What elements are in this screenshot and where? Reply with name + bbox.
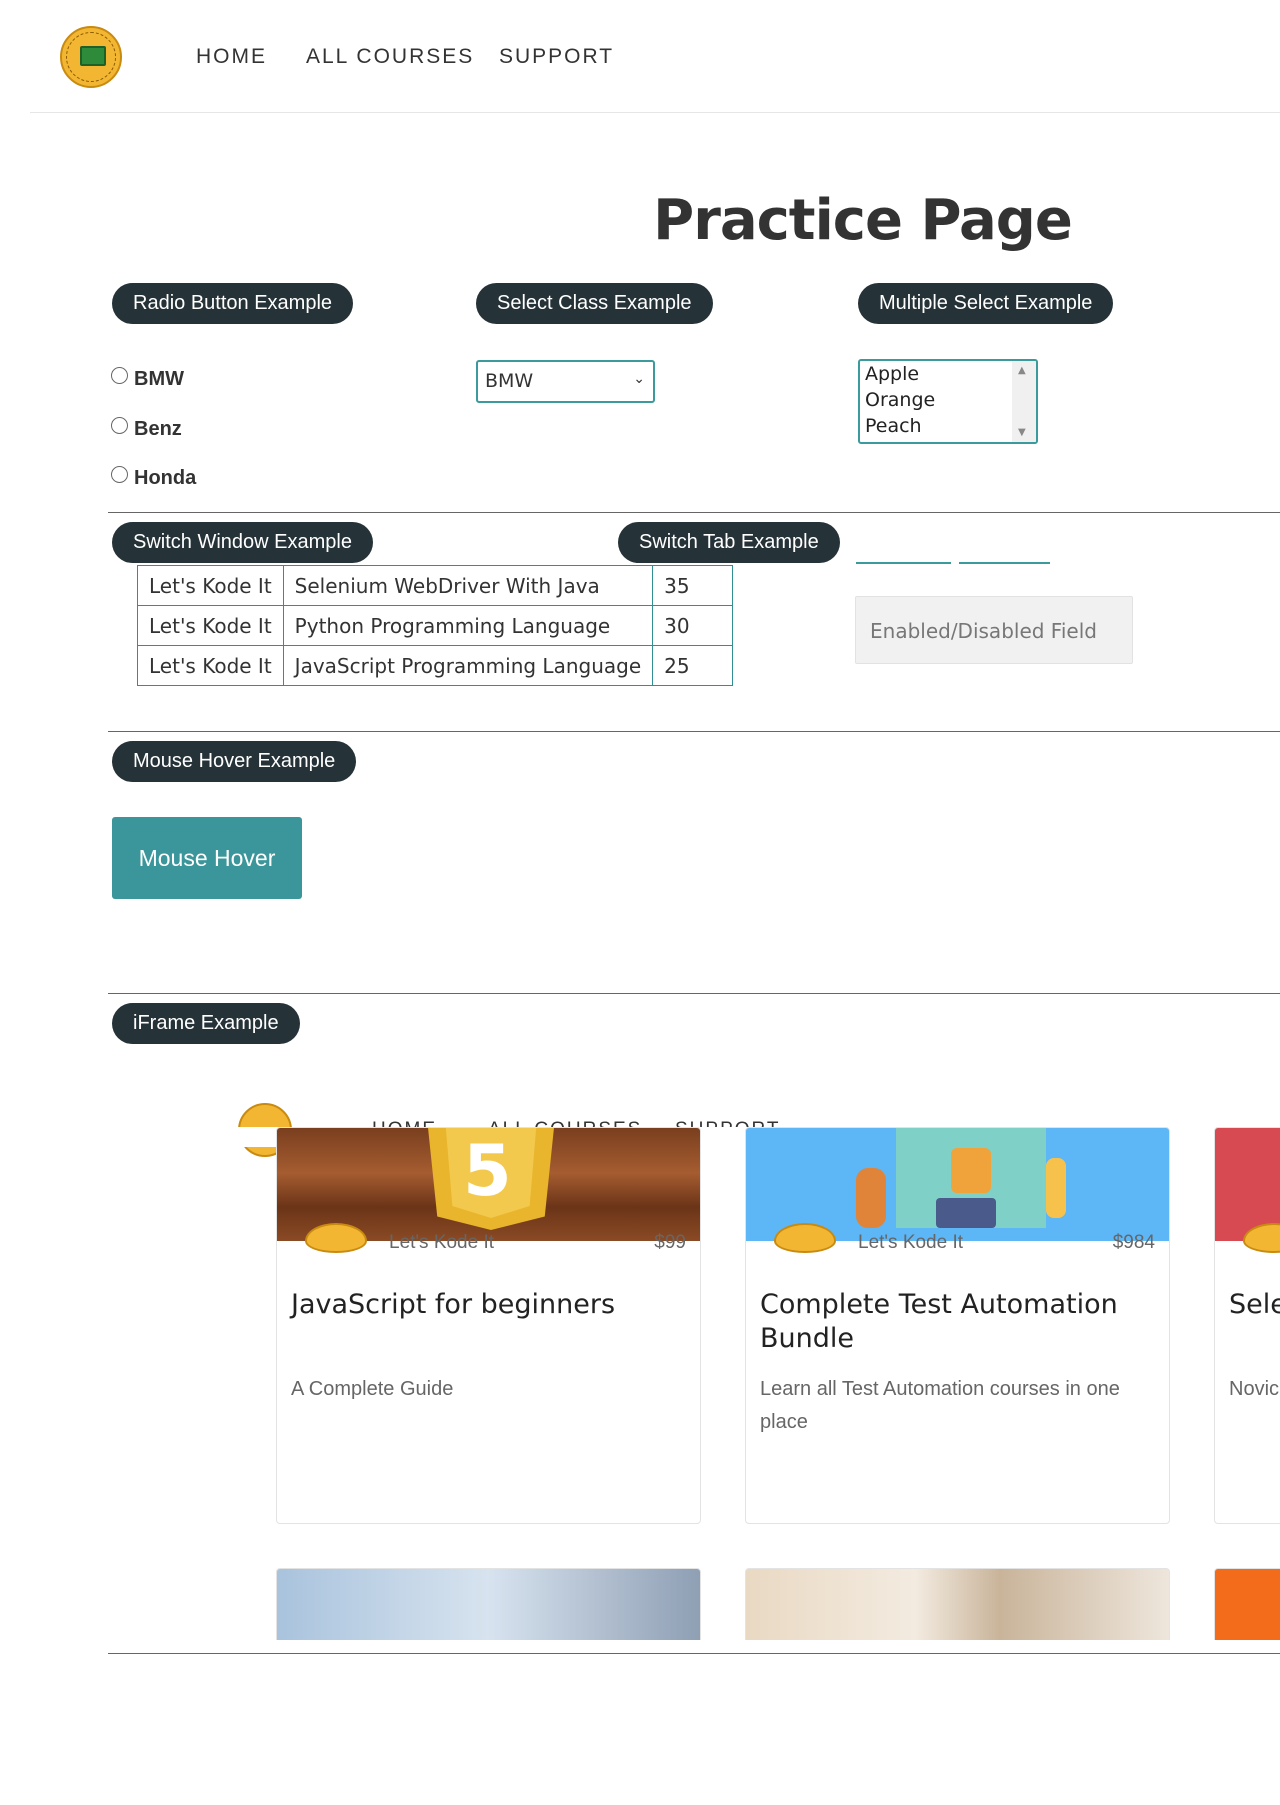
- chevron-down-icon: ⌄: [633, 371, 645, 387]
- section-divider: [108, 1653, 1280, 1654]
- card-title[interactable]: Complete Test Automation Bundle: [760, 1288, 1155, 1356]
- course-card[interactable]: [745, 1568, 1170, 1640]
- radio-label: Honda: [134, 467, 197, 489]
- enabled-disabled-field[interactable]: Enabled/Disabled Field: [855, 596, 1133, 664]
- course-card[interactable]: Sele Pytl Novic frame: [1214, 1127, 1280, 1524]
- scrollbar[interactable]: ▲ ▼: [1012, 361, 1036, 442]
- html5-icon: 5: [463, 1130, 512, 1212]
- table-cell: 35: [652, 565, 734, 606]
- author-avatar: [305, 1223, 367, 1253]
- table-cell: Python Programming Language: [282, 605, 654, 646]
- course-card[interactable]: Let's Kode It $984 Complete Test Automat…: [745, 1127, 1170, 1524]
- card-title[interactable]: Sele Pytl: [1229, 1288, 1280, 1322]
- iframe-label: iFrame Example: [112, 1003, 300, 1044]
- table-row: Let's Kode It Python Programming Languag…: [137, 605, 734, 646]
- course-card[interactable]: 5 Let's Kode It $99 JavaScript for begin…: [276, 1127, 701, 1524]
- course-card[interactable]: [276, 1568, 701, 1640]
- section-divider: [108, 731, 1280, 732]
- table-row: Let's Kode It Selenium WebDriver With Ja…: [137, 565, 734, 606]
- author-avatar: [774, 1223, 836, 1253]
- site-logo[interactable]: [60, 26, 122, 88]
- radio-circle[interactable]: [111, 367, 128, 384]
- switch-window-label: Switch Window Example: [112, 522, 373, 563]
- card-description: Novic frame: [1229, 1378, 1280, 1400]
- table-cell: Selenium WebDriver With Java: [282, 565, 654, 606]
- select-section-label: Select Class Example: [476, 283, 713, 324]
- table-row: Let's Kode It JavaScript Programming Lan…: [137, 645, 734, 686]
- switch-tab-label: Switch Tab Example: [618, 522, 840, 563]
- tab-underline[interactable]: [959, 562, 1050, 564]
- table-cell: JavaScript Programming Language: [282, 645, 654, 686]
- nav-support[interactable]: SUPPORT: [499, 45, 614, 69]
- fruit-multi-select[interactable]: Apple Orange Peach ▲ ▼: [858, 359, 1038, 444]
- page-title: Practice Page: [653, 188, 1073, 253]
- nav-all-courses[interactable]: ALL COURSES: [306, 45, 474, 69]
- select-value: BMW: [485, 370, 534, 392]
- card-price: $984: [1112, 1232, 1155, 1253]
- car-select[interactable]: BMW ⌄: [476, 360, 655, 403]
- section-divider: [108, 993, 1280, 994]
- table-cell: Let's Kode It: [137, 565, 284, 606]
- card-title[interactable]: JavaScript for beginners: [291, 1288, 686, 1322]
- radio-benz[interactable]: Benz: [111, 417, 182, 441]
- card-price: $99: [654, 1232, 686, 1253]
- scroll-down-icon[interactable]: ▼: [1018, 427, 1026, 438]
- multi-select-section-label: Multiple Select Example: [858, 283, 1114, 324]
- courses-table: Let's Kode It Selenium WebDriver With Ja…: [137, 565, 734, 686]
- radio-circle[interactable]: [111, 466, 128, 483]
- radio-label: Benz: [134, 418, 182, 440]
- table-cell: 25: [652, 645, 734, 686]
- scroll-up-icon[interactable]: ▲: [1018, 365, 1026, 376]
- table-cell: Let's Kode It: [137, 645, 284, 686]
- table-cell: 30: [652, 605, 734, 646]
- radio-section-label: Radio Button Example: [112, 283, 354, 324]
- card-description: A Complete Guide: [291, 1378, 454, 1400]
- multi-select-option[interactable]: Apple: [860, 361, 1036, 387]
- tab-underline[interactable]: [856, 562, 951, 564]
- mouse-hover-label: Mouse Hover Example: [112, 741, 357, 782]
- course-card[interactable]: [1214, 1568, 1280, 1640]
- iframe-container[interactable]: HOME ALL COURSES SUPPORT 5 Let's Kode It…: [110, 1075, 1280, 1640]
- radio-bmw[interactable]: BMW: [111, 367, 184, 391]
- card-author: Let's Kode It: [389, 1232, 495, 1253]
- multi-select-option[interactable]: Orange: [860, 387, 1036, 413]
- mouse-hover-button[interactable]: Mouse Hover: [112, 817, 302, 899]
- card-description: Learn all Test Automation courses in one…: [760, 1378, 1120, 1433]
- radio-label: BMW: [134, 368, 184, 390]
- radio-circle[interactable]: [111, 417, 128, 434]
- header-divider: [30, 112, 1280, 113]
- section-divider: [108, 512, 1280, 513]
- table-cell: Let's Kode It: [137, 605, 284, 646]
- card-author: Let's Kode It: [858, 1232, 964, 1253]
- nav-home[interactable]: HOME: [196, 45, 267, 69]
- radio-honda[interactable]: Honda: [111, 466, 196, 490]
- multi-select-option[interactable]: Peach: [860, 413, 1036, 439]
